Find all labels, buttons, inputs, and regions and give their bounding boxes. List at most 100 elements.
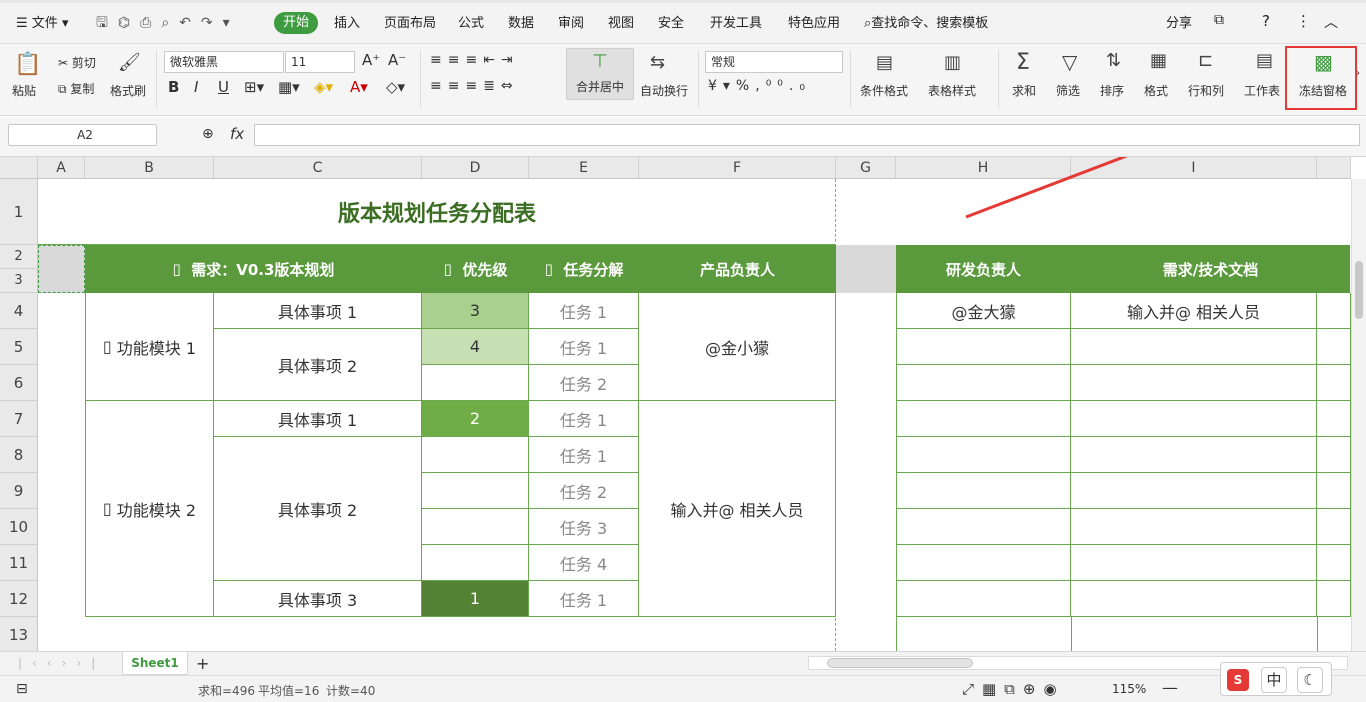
- help-icon[interactable]: ?: [1262, 12, 1270, 30]
- format-icon[interactable]: ▦: [1150, 50, 1167, 71]
- font-name-select[interactable]: 微软雅黑: [164, 51, 284, 73]
- tab-review[interactable]: 审阅: [558, 12, 584, 31]
- item-cell[interactable]: 具体事项 2: [214, 437, 422, 581]
- grid-cell[interactable]: [1071, 545, 1317, 581]
- header-requirement[interactable]: ▯ 需求：V0.3版本规划: [85, 245, 422, 293]
- wrap-icon[interactable]: ⇆: [650, 52, 665, 73]
- row-header-4[interactable]: 4: [0, 293, 38, 329]
- row-header-7[interactable]: 7: [0, 401, 38, 437]
- zoom-out-icon[interactable]: —: [1162, 678, 1178, 697]
- grid-cell[interactable]: [1317, 293, 1351, 329]
- priority-cell-empty[interactable]: [422, 509, 529, 545]
- view-mode-icons[interactable]: ⤢▦⧉⊕◉: [962, 680, 1065, 698]
- col-header-d[interactable]: D: [422, 157, 529, 179]
- row-col-button[interactable]: 行和列: [1188, 82, 1224, 99]
- grid-cell[interactable]: [896, 437, 1071, 473]
- worksheet-button[interactable]: 工作表: [1244, 82, 1280, 99]
- filter-icon[interactable]: ▽: [1062, 50, 1077, 74]
- formula-input[interactable]: [254, 124, 1360, 146]
- pm-cell[interactable]: @金小獴: [639, 293, 836, 401]
- cell-g2[interactable]: [836, 245, 896, 293]
- tab-developer[interactable]: 开发工具: [710, 12, 762, 31]
- ime-chinese-toggle[interactable]: 中: [1261, 667, 1287, 693]
- module-1-cell[interactable]: ▯ 功能模块 1: [85, 293, 214, 401]
- tab-special[interactable]: 特色应用: [788, 12, 840, 31]
- grid-cell[interactable]: [896, 473, 1071, 509]
- item-cell[interactable]: 具体事项 3: [214, 581, 422, 617]
- grid-cell[interactable]: [1317, 437, 1351, 473]
- col-header-g[interactable]: G: [836, 157, 896, 179]
- col-header-c[interactable]: C: [214, 157, 422, 179]
- item-cell[interactable]: 具体事项 1: [214, 293, 422, 329]
- eraser-icon[interactable]: ◇▾: [386, 78, 405, 96]
- grid-cell[interactable]: [896, 365, 1071, 401]
- dev-cell[interactable]: @金大獴: [896, 293, 1071, 329]
- macro-icon[interactable]: ⊟: [16, 681, 28, 697]
- grid-cell[interactable]: [1317, 401, 1351, 437]
- tab-formula[interactable]: 公式: [458, 12, 484, 31]
- grid-cell[interactable]: [1317, 581, 1351, 617]
- freeze-panes-button[interactable]: 冻结窗格: [1299, 82, 1347, 99]
- fill-color-icon[interactable]: ◈▾: [314, 78, 333, 96]
- priority-cell-empty[interactable]: [422, 365, 529, 401]
- col-header-e[interactable]: E: [529, 157, 639, 179]
- sum-icon[interactable]: Σ: [1016, 50, 1030, 75]
- item-cell[interactable]: 具体事项 1: [214, 401, 422, 437]
- row-col-icon[interactable]: ⊏: [1198, 50, 1213, 71]
- search-command[interactable]: ⌕查找命令、搜索模板: [864, 12, 988, 31]
- italic-icon[interactable]: I: [194, 78, 198, 96]
- row-header-11[interactable]: 11: [0, 545, 38, 581]
- table-style-button[interactable]: 表格样式: [928, 82, 976, 99]
- grid-cell[interactable]: [1071, 365, 1317, 401]
- sheet-title[interactable]: 版本规划任务分配表: [38, 179, 836, 245]
- share-button[interactable]: 分享: [1166, 12, 1192, 31]
- number-format-icons[interactable]: ¥▾%,⁰⁰.₀: [708, 78, 811, 94]
- number-format-select[interactable]: 常规: [705, 51, 843, 73]
- font-shrink-icon[interactable]: A⁻: [388, 51, 406, 69]
- name-box[interactable]: A2: [8, 124, 157, 146]
- grid-cell[interactable]: [1071, 401, 1317, 437]
- row-header-9[interactable]: 9: [0, 473, 38, 509]
- copy-button[interactable]: ⧉ 复制: [58, 80, 94, 97]
- task-cell[interactable]: 任务 1: [529, 293, 639, 329]
- doc-cell[interactable]: 输入并@ 相关人员: [1071, 293, 1317, 329]
- paste-icon[interactable]: 📋: [14, 52, 41, 77]
- grid-cell[interactable]: [896, 545, 1071, 581]
- more-icon[interactable]: ⋮: [1296, 12, 1311, 30]
- table-style-icon[interactable]: ▥: [944, 52, 961, 73]
- priority-cell[interactable]: 3: [422, 293, 529, 329]
- brush-icon[interactable]: 🖌: [118, 52, 141, 73]
- grid-cell[interactable]: [1317, 545, 1351, 581]
- moon-icon[interactable]: ☾: [1297, 667, 1323, 693]
- add-sheet-button[interactable]: +: [196, 654, 209, 673]
- vertical-scroll-thumb[interactable]: [1355, 261, 1363, 319]
- task-cell[interactable]: 任务 1: [529, 437, 639, 473]
- module-2-cell[interactable]: ▯ 功能模块 2: [85, 401, 214, 617]
- priority-cell[interactable]: 2: [422, 401, 529, 437]
- cell-a2-selected[interactable]: [38, 245, 85, 293]
- tab-view[interactable]: 视图: [608, 12, 634, 31]
- pm-cell[interactable]: 输入并@ 相关人员: [639, 401, 836, 617]
- grid-cell[interactable]: [896, 581, 1071, 617]
- item-cell[interactable]: 具体事项 2: [214, 329, 422, 401]
- header-pm[interactable]: 产品负责人: [639, 245, 836, 293]
- col-header-next[interactable]: [1317, 157, 1351, 179]
- sogou-icon[interactable]: S: [1227, 669, 1249, 691]
- border-icon[interactable]: ⊞▾: [244, 78, 264, 96]
- grid-cell[interactable]: [1071, 329, 1317, 365]
- vertical-scrollbar[interactable]: [1351, 179, 1366, 651]
- grid-cell[interactable]: [1317, 473, 1351, 509]
- row-header-6[interactable]: 6: [0, 365, 38, 401]
- paste-button[interactable]: 粘贴: [12, 82, 36, 99]
- tab-page-layout[interactable]: 页面布局: [384, 12, 436, 31]
- select-all-corner[interactable]: [0, 157, 38, 179]
- fx-icon[interactable]: fx: [230, 125, 244, 143]
- window-icon[interactable]: ⧉: [1214, 12, 1224, 28]
- underline-icon[interactable]: U: [218, 78, 229, 96]
- format-painter-button[interactable]: 格式刷: [110, 82, 146, 99]
- format-button[interactable]: 格式: [1144, 82, 1168, 99]
- task-cell[interactable]: 任务 1: [529, 401, 639, 437]
- grid-cell[interactable]: [1317, 509, 1351, 545]
- row-header-13[interactable]: 13: [0, 617, 38, 651]
- task-cell[interactable]: 任务 4: [529, 545, 639, 581]
